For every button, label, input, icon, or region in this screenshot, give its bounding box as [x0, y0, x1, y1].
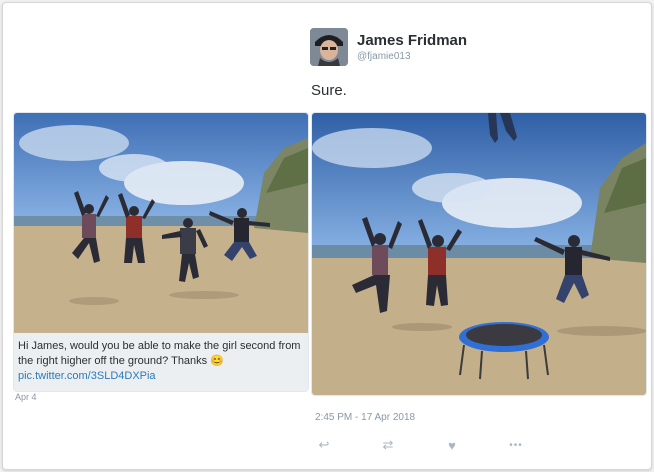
more-icon[interactable]: ••• [505, 435, 527, 455]
author-handle[interactable]: @fjamie013 [357, 51, 411, 62]
edited-beach-photo [312, 113, 646, 395]
original-tweet-date[interactable]: Apr 4 [15, 392, 37, 402]
original-tweet-card[interactable]: Hi James, would you be able to make the … [13, 112, 309, 392]
reply-icon[interactable]: ↩ [313, 435, 335, 455]
original-beach-photo[interactable] [14, 113, 308, 333]
caption-text: Hi James, would you be able to make the … [18, 340, 301, 367]
retweet-icon[interactable]: ⇄ [377, 435, 399, 455]
avatar[interactable] [310, 28, 348, 66]
reply-tweet-text: Sure. [311, 82, 347, 99]
tweet-comparison-frame: Hi James, would you be able to make the … [2, 2, 652, 470]
photo-link[interactable]: pic.twitter.com/3SLD4DXPia [18, 370, 156, 382]
original-tweet-text: Hi James, would you be able to make the … [14, 333, 308, 391]
smile-emoji-icon: 😊 [210, 355, 224, 367]
author-name[interactable]: James Fridman [357, 32, 467, 49]
user-avatar-icon [310, 28, 348, 66]
tweet-actions: ↩ ⇄ ♥ ••• [313, 435, 543, 455]
tweet-timestamp[interactable]: 2:45 PM - 17 Apr 2018 [315, 412, 415, 423]
like-icon[interactable]: ♥ [441, 435, 463, 455]
edited-photo-container[interactable] [311, 112, 647, 396]
